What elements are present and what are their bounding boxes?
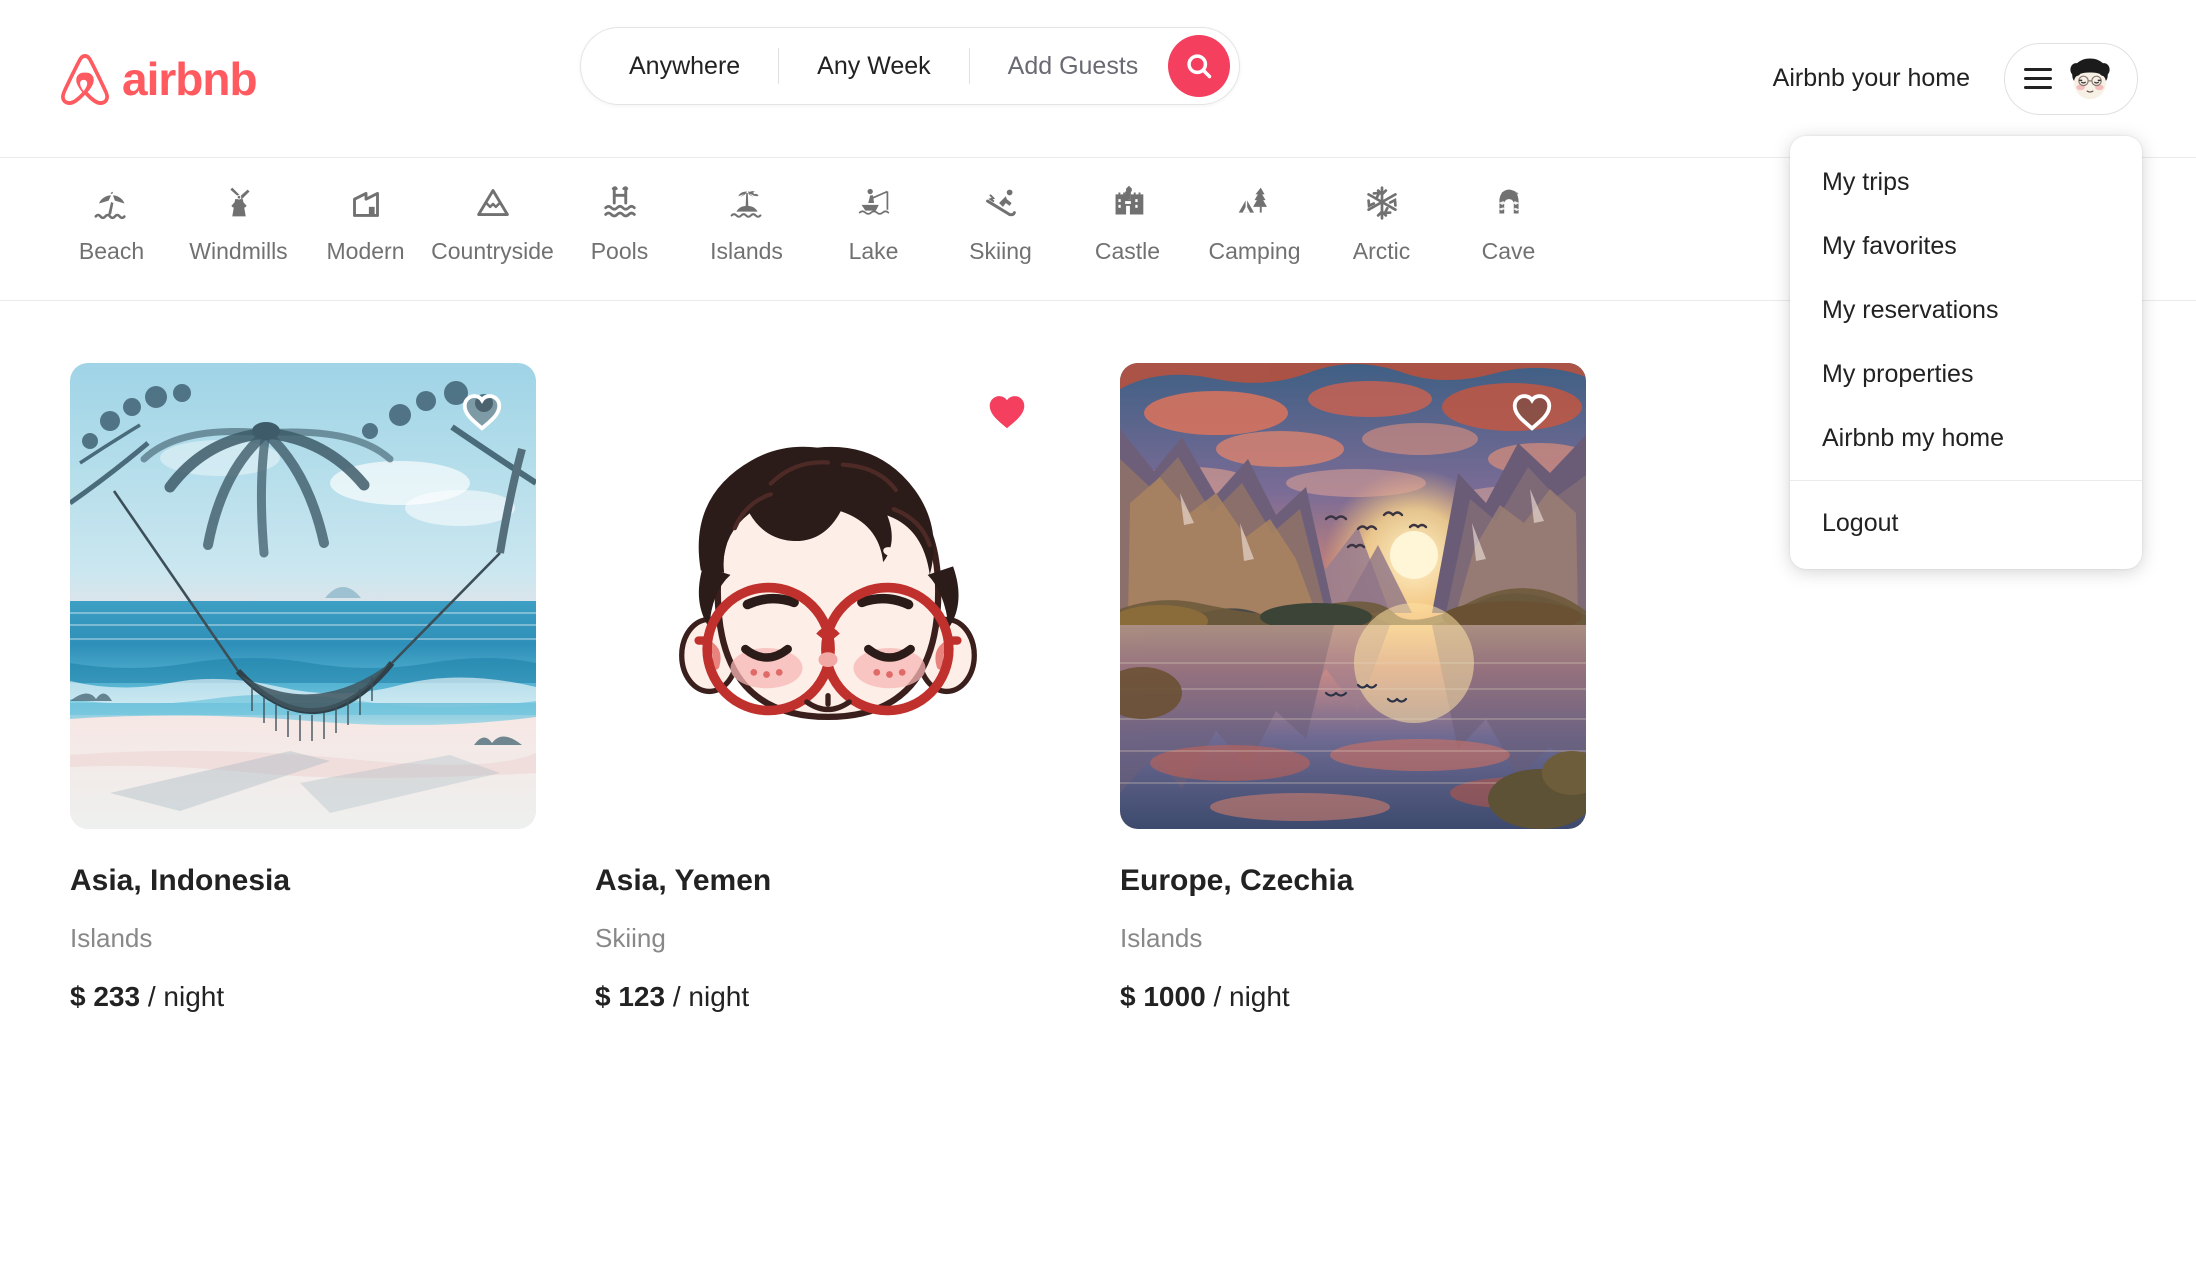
category-arctic[interactable]: Arctic [1318,180,1445,263]
logo-wordmark: airbnb [122,52,258,105]
listing-image-wrap[interactable] [70,363,536,829]
castle-icon [1115,185,1143,215]
hamburger-icon [2024,68,2052,89]
favorite-heart-icon[interactable] [460,391,504,431]
search-guests[interactable]: Add Guests [970,53,1169,79]
skier-icon [985,189,1016,217]
beach-umbrella-icon [93,191,126,220]
listing-image-wrap[interactable] [595,363,1061,829]
listing-image-wrap[interactable] [1120,363,1586,829]
listing-image-watercolor-beach [70,363,536,829]
modern-building-icon [352,191,379,217]
price-amount: 1000 [1143,981,1206,1013]
listing-title: Asia, Yemen [595,864,772,897]
category-label: Countryside [431,238,554,264]
category-windmills[interactable]: Windmills [175,180,302,263]
category-label: Skiing [969,238,1032,264]
category-cave[interactable]: Cave [1445,180,1572,263]
menu-item-my-trips[interactable]: My trips [1790,150,2142,214]
search-icon [1187,54,1212,79]
user-dropdown-menu[interactable]: My trips My favorites My reservations My… [1790,136,2142,569]
category-camping[interactable]: Camping [1191,180,1318,263]
price-currency: $ [1120,981,1136,1013]
category-label: Castle [1094,238,1161,264]
category-label: Modern [326,238,405,264]
category-label: Beach [78,238,145,264]
category-label: Arctic [1352,238,1411,264]
listing-price: $ 233 / night [70,980,536,1014]
avatar-image [2062,50,2118,107]
menu-item-my-favorites[interactable]: My favorites [1790,214,2142,278]
search-dates[interactable]: Any Week [779,53,968,79]
listing-title: Europe, Czechia [1120,864,1354,897]
listing-card[interactable]: Europe, Czechia Islands $ 1000 / night [1120,363,1586,1014]
menu-item-logout[interactable]: Logout [1790,491,2142,555]
airbnb-logo[interactable]: airbnb [58,50,258,108]
airbnb-belo-icon [61,53,109,105]
category-skiing[interactable]: Skiing [937,180,1064,263]
price-currency: $ [595,981,611,1013]
category-islands[interactable]: Islands [683,180,810,263]
price-period: / night [1213,981,1290,1013]
user-menu-button[interactable] [2004,42,2138,115]
site-header: airbnb Anywhere Any Week Add Guests Airb… [0,0,2196,569]
windmill-icon [229,187,250,217]
menu-item-airbnb-my-home[interactable]: Airbnb my home [1790,406,2142,470]
price-period: / night [147,981,225,1013]
category-label: Windmills [189,238,288,264]
category-beach[interactable]: Beach [48,180,175,263]
category-label: Lake [848,238,899,264]
price-currency: $ [70,981,86,1013]
category-label: Cave [1481,238,1536,264]
category-lake[interactable]: Lake [810,180,937,263]
price-period: / night [672,981,750,1013]
category-countryside[interactable]: Countryside [429,180,556,263]
category-modern[interactable]: Modern [302,180,429,263]
listing-title: Asia, Indonesia [70,864,291,897]
menu-divider [1790,480,2142,481]
listing-card[interactable]: Asia, Yemen Skiing $ 123 / night [595,363,1061,1014]
price-amount: 123 [618,981,666,1013]
favorite-heart-icon[interactable] [1510,391,1554,431]
header-right-nav: Airbnb your home [1773,42,2138,115]
listing-card[interactable]: Asia, Indonesia Islands $ 233 / night [70,363,536,1014]
listing-image-sunset-mountain-lake [1120,363,1586,829]
menu-item-my-properties[interactable]: My properties [1790,342,2142,406]
fishing-boat-icon [858,188,889,215]
price-amount: 233 [93,981,141,1013]
menu-item-my-reservations[interactable]: My reservations [1790,278,2142,342]
search-location[interactable]: Anywhere [581,53,778,79]
tent-tree-icon [1238,187,1267,213]
snowflake-icon [1366,186,1397,220]
mountain-icon [476,189,509,216]
user-avatar [2062,50,2118,107]
category-label: Camping [1208,238,1301,264]
listing-image-cartoon-avatar [595,363,1061,829]
favorite-heart-icon[interactable] [985,391,1029,431]
listing-category: Skiing [595,923,666,953]
category-castle[interactable]: Castle [1064,180,1191,263]
island-palm-icon [730,191,761,218]
listing-category: Islands [1120,923,1203,953]
listing-category: Islands [70,923,153,953]
search-bar[interactable]: Anywhere Any Week Add Guests [580,27,1241,105]
category-label: Islands [710,238,783,264]
category-label: Pools [590,238,649,264]
listing-price: $ 123 / night [595,980,1061,1014]
pool-icon [603,186,636,218]
airbnb-your-home-link[interactable]: Airbnb your home [1773,66,1970,91]
listing-price: $ 1000 / night [1120,980,1586,1014]
category-pools[interactable]: Pools [556,180,683,263]
cave-icon [1497,189,1520,214]
search-button[interactable] [1168,35,1231,97]
